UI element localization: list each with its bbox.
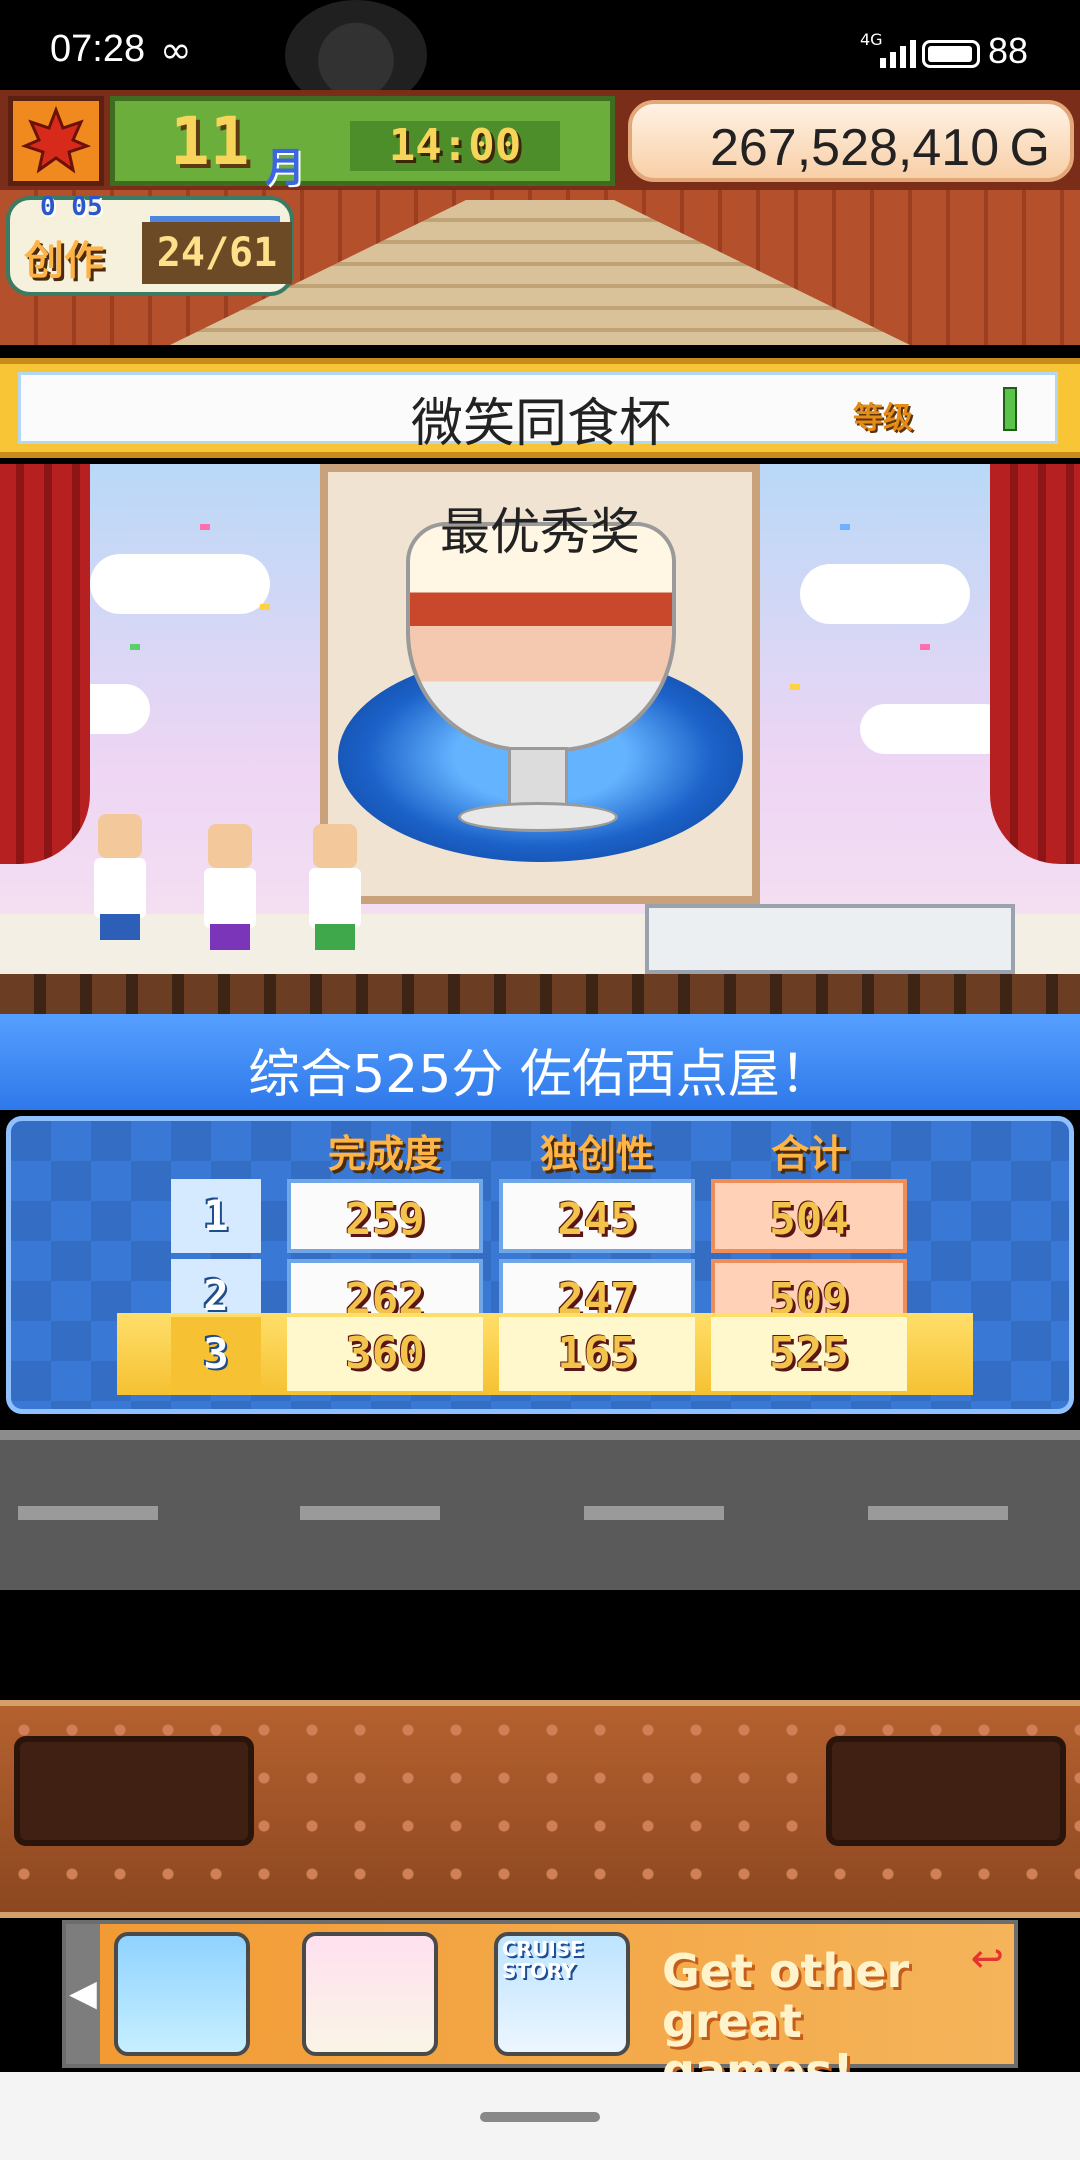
bottom-shelf [0,1700,1080,1918]
contest-title-inner: 微笑同食杯 等级 [18,372,1058,454]
left-curtain [0,464,90,864]
left-panel-button[interactable] [14,1736,254,1846]
maple-leaf-glyph [21,106,91,174]
confetti-icon [920,644,930,650]
row3-originality: 165 [499,1317,695,1391]
status-time: 07:28 [50,28,146,70]
staff-legs [315,924,355,950]
home-gesture-handle[interactable] [480,2112,600,2122]
judge-rank-3: 3 [171,1317,261,1391]
chevron-left-icon[interactable]: ◀ [66,1924,100,2064]
staff-character [305,804,363,954]
header-total: 合计 [770,1132,847,1176]
row1-total: 504 [711,1179,907,1253]
score-table: 完成度 独创性 合计 1 259 245 504 2 262 247 509 3… [6,1116,1074,1414]
date-display[interactable]: 11 月 14:00 [110,96,615,191]
game-thumbnail-cruise[interactable]: CRUISE STORY [494,1932,630,2056]
final-score-row: 3 360 165 525 [117,1313,973,1395]
confetti-icon [130,644,140,650]
staff-body [204,868,256,928]
confetti-icon [790,684,800,690]
cruise-story-label: CRUISE STORY [502,1937,584,1983]
chef-legs [100,914,140,940]
staff-legs [210,924,250,950]
infinity-icon: ∞ [160,28,192,72]
row3-total: 525 [711,1317,907,1391]
promo-banner[interactable]: ◀ CRUISE STORY Get other great games! ↩ [62,1920,1018,2096]
month-number: 11 [170,103,250,180]
score-summary: 综合525分 佐佑西点屋！ [248,1045,832,1105]
creation-label: 创作 [24,238,104,284]
contest-title-bar: 微笑同食杯 等级 [0,358,1080,458]
road-marking [584,1506,724,1520]
header-originality: 独创性 [539,1132,654,1176]
gesture-nav-bar [0,2072,1080,2160]
road-marking [868,1506,1008,1520]
signal-icon [880,40,916,68]
staff-head [208,824,252,868]
status-bar: 07:28 ∞ 4G 88 [0,0,1080,110]
staff-head [313,824,357,868]
header-completion: 完成度 [327,1132,442,1176]
confetti-icon [260,604,270,610]
staff-character [200,804,258,954]
arrow-back-icon: ↩ [970,1936,1004,1982]
game-view: 11 月 14:00 267,528,410 G 0 05 创作 24/61 微… [0,90,1080,1590]
row3-completion: 360 [287,1317,483,1391]
street-road [0,1430,1080,1590]
judge-rank-1: 1 [171,1179,261,1253]
dessert-showcase: 最优秀奖 [320,464,760,904]
audience-crowd [0,974,1080,1014]
confetti-icon [200,524,210,530]
score-summary-bar: 综合525分 佐佑西点屋！ [0,1014,1080,1110]
screen: 07:28 ∞ 4G 88 11 月 14:00 267,528,410 G 0… [0,0,1080,2160]
right-panel-button[interactable] [826,1736,1066,1846]
battery-icon [922,40,980,68]
chef-head [98,814,142,858]
battery-level: 88 [988,30,1029,71]
chef-character [90,794,148,944]
parfait-base [458,802,618,832]
maple-leaf-icon[interactable] [8,96,104,186]
creation-timer: 0 05 [40,192,103,222]
creation-count: 24/61 [142,222,292,284]
judges-table [645,904,1015,974]
award-title: 最优秀奖 [440,503,640,561]
gold-amount: 267,528,410 G [709,119,1050,177]
right-curtain [990,464,1080,864]
grade-label: 等级 [853,401,913,436]
cloud-decoration [90,554,270,614]
creation-status[interactable]: 0 05 创作 24/61 [6,192,294,296]
game-thumbnail-fashion[interactable] [302,1932,438,2056]
cloud-decoration [800,564,970,624]
month-label: 月 [265,145,305,191]
award-stage: 最优秀奖 [0,464,1080,1014]
road-marking [300,1506,440,1520]
staff-body [309,868,361,928]
road-marking [18,1506,158,1520]
cloud-decoration [860,704,1010,754]
row1-originality: 245 [499,1179,695,1253]
row1-completion: 259 [287,1179,483,1253]
game-clock: 14:00 [350,121,560,171]
chef-body [94,858,146,918]
gold-display[interactable]: 267,528,410 G [628,100,1074,182]
grade-level-bar [1003,387,1017,431]
game-thumbnail-rocket[interactable] [114,1932,250,2056]
confetti-icon [840,524,850,530]
